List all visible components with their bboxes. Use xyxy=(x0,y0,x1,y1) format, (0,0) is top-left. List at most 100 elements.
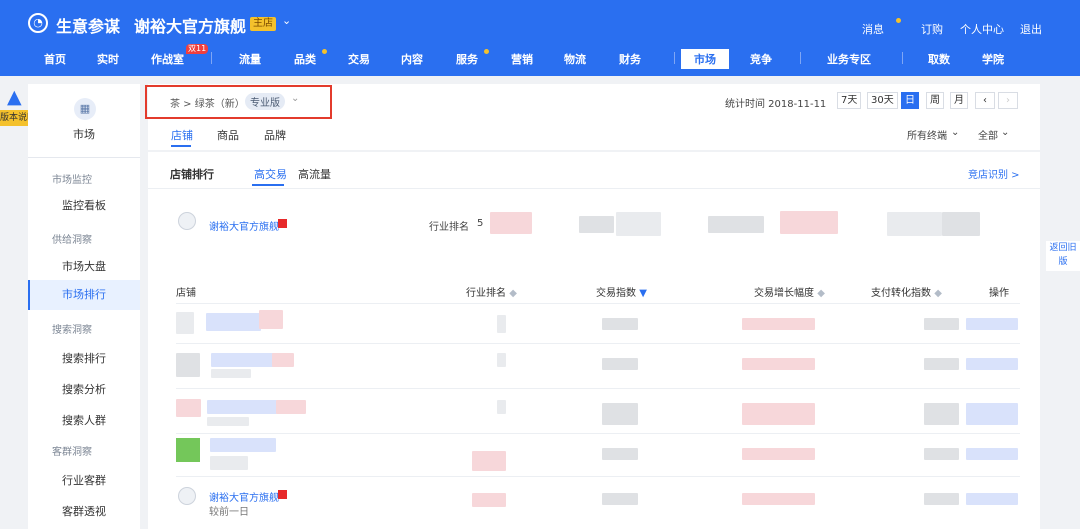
prev-icon[interactable]: ‹ xyxy=(975,92,995,109)
sidebar-item-monitor-board[interactable]: 监控看板 xyxy=(28,197,140,213)
header-conversion[interactable]: 支付转化指数 ◆ xyxy=(871,284,942,299)
logout-link[interactable]: 退出 xyxy=(1020,21,1042,37)
nav-trade[interactable]: 交易 xyxy=(348,51,370,67)
row-5-growth xyxy=(742,493,815,505)
row-4-trade xyxy=(602,448,638,460)
chevron-down-icon[interactable]: ⌄ xyxy=(291,93,299,104)
chevron-down-icon[interactable]: ⌄ xyxy=(282,14,291,27)
range-day[interactable]: 日 xyxy=(901,92,919,109)
header-rank[interactable]: 行业排名 ◆ xyxy=(466,284,517,299)
row-2-action xyxy=(966,358,1018,370)
row-3-avatar xyxy=(176,399,201,417)
sidebar-title: 市场 xyxy=(73,128,95,141)
nav-realtime[interactable]: 实时 xyxy=(97,51,119,67)
header-trade-index[interactable]: 交易指数 ▼ xyxy=(596,284,647,299)
my-shop-name[interactable]: 谢裕大官方旗舰 xyxy=(209,218,279,233)
blurred-value xyxy=(887,212,942,236)
tmall-icon xyxy=(278,490,287,499)
chevron-down-icon[interactable]: ⌄ xyxy=(951,127,959,138)
all-filter[interactable]: 全部 xyxy=(978,127,998,142)
tab-brand[interactable]: 品牌 xyxy=(264,127,286,143)
sidebar-item-industry-audience[interactable]: 行业客群 xyxy=(28,472,140,488)
sidebar-group-supply: 供给洞察 xyxy=(52,235,92,246)
range-month[interactable]: 月 xyxy=(950,92,968,109)
tab-product[interactable]: 商品 xyxy=(217,127,239,143)
ranking-title: 店铺排行 xyxy=(170,168,214,181)
chevron-down-icon[interactable]: ⌄ xyxy=(1001,127,1009,138)
tab-high-traffic[interactable]: 高流量 xyxy=(298,166,331,182)
tab-underline xyxy=(171,145,191,147)
nav-data[interactable]: 取数 xyxy=(928,51,950,67)
tab-high-trade[interactable]: 高交易 xyxy=(254,166,287,182)
blurred-value xyxy=(708,216,764,233)
blurred-value xyxy=(616,212,661,236)
breadcrumb[interactable]: 茶 > 绿茶（新） xyxy=(170,95,245,110)
nav-content[interactable]: 内容 xyxy=(401,51,423,67)
range-30d[interactable]: 30天 xyxy=(867,92,898,109)
nav-divider xyxy=(674,52,675,64)
sidebar: ▦ 市场 市场监控 监控看板 供给洞察 市场大盘 市场排行 搜索洞察 搜索排行 … xyxy=(28,84,140,529)
message-link[interactable]: 消息 xyxy=(862,21,884,37)
sidebar-item-search-ranking[interactable]: 搜索排行 xyxy=(28,350,140,366)
nav-divider xyxy=(902,52,903,64)
nav-category[interactable]: 品类 xyxy=(294,51,316,67)
main-store-badge: 主店 xyxy=(250,17,276,31)
nav-finance[interactable]: 财务 xyxy=(619,51,641,67)
nav-academy[interactable]: 学院 xyxy=(982,51,1004,67)
sidebar-item-audience-insight[interactable]: 客群透视 xyxy=(28,503,140,519)
row-4-rank xyxy=(472,451,506,471)
shop-avatar xyxy=(178,487,196,505)
header-shop: 店铺 xyxy=(176,288,196,299)
sidebar-item-market-overview[interactable]: 市场大盘 xyxy=(28,258,140,274)
row-2-rank xyxy=(497,353,506,367)
nav-competition[interactable]: 竞争 xyxy=(750,51,772,67)
table-divider xyxy=(176,388,1020,389)
nav-home[interactable]: 首页 xyxy=(44,51,66,67)
next-icon[interactable]: › xyxy=(998,92,1018,109)
nav-logistics[interactable]: 物流 xyxy=(564,51,586,67)
sidebar-item-market-ranking[interactable]: 市场排行 xyxy=(28,280,140,310)
row-5-shop-name[interactable]: 谢裕大官方旗舰 xyxy=(209,489,279,504)
double11-badge: 双11 xyxy=(186,44,209,54)
top-bar: ◔ 生意参谋 谢裕大官方旗舰 主店 ⌄ 消息 订购 个人中心 退出 首页 实时 … xyxy=(0,0,1080,76)
row-5-trade xyxy=(602,493,638,505)
header-action: 操作 xyxy=(989,288,1009,299)
competitor-link[interactable]: 竞店识别 > xyxy=(968,166,1020,181)
sidebar-item-search-analysis[interactable]: 搜索分析 xyxy=(28,381,140,397)
tab-shop[interactable]: 店铺 xyxy=(171,127,193,143)
table-divider xyxy=(176,476,1020,477)
sort-icon[interactable]: ◆ xyxy=(817,288,825,299)
store-name[interactable]: 谢裕大官方旗舰 xyxy=(134,13,246,37)
range-7d[interactable]: 7天 xyxy=(837,92,862,109)
header-rank-label: 行业排名 xyxy=(466,288,506,299)
nav-service[interactable]: 服务 xyxy=(456,51,478,67)
nav-marketing[interactable]: 营销 xyxy=(511,51,533,67)
nav-traffic[interactable]: 流量 xyxy=(239,51,261,67)
nav-warroom[interactable]: 作战室 xyxy=(151,51,184,67)
row-1-trade xyxy=(602,318,638,330)
version-badge[interactable]: 专业版 xyxy=(245,93,285,110)
sort-icon[interactable]: ◆ xyxy=(509,288,517,299)
sidebar-item-search-audience[interactable]: 搜索人群 xyxy=(28,412,140,428)
row-5-rank xyxy=(472,493,506,507)
row-1-name xyxy=(206,313,261,331)
return-old-version[interactable]: 返回旧版 xyxy=(1046,241,1080,271)
terminal-filter[interactable]: 所有终端 xyxy=(907,127,947,142)
stat-time: 统计时间 2018-11-11 xyxy=(725,99,827,110)
profile-link[interactable]: 个人中心 xyxy=(960,21,1004,37)
sort-icon[interactable]: ▼ xyxy=(639,288,647,299)
subscribe-link[interactable]: 订购 xyxy=(921,21,943,37)
range-week[interactable]: 周 xyxy=(926,92,944,109)
header-growth[interactable]: 交易增长幅度 ◆ xyxy=(754,284,825,299)
row-1-avatar xyxy=(176,312,194,334)
blurred-value xyxy=(579,216,614,233)
nav-divider xyxy=(211,52,212,64)
row-5-note: 较前一日 xyxy=(209,507,249,518)
rank-value: 5 xyxy=(477,218,484,229)
row-3-rank xyxy=(497,400,506,414)
row-1-action xyxy=(966,318,1018,330)
nav-market[interactable]: 市场 xyxy=(681,49,729,69)
row-4-avatar xyxy=(176,438,200,462)
sort-icon[interactable]: ◆ xyxy=(934,288,942,299)
nav-business-zone[interactable]: 业务专区 xyxy=(827,51,871,67)
